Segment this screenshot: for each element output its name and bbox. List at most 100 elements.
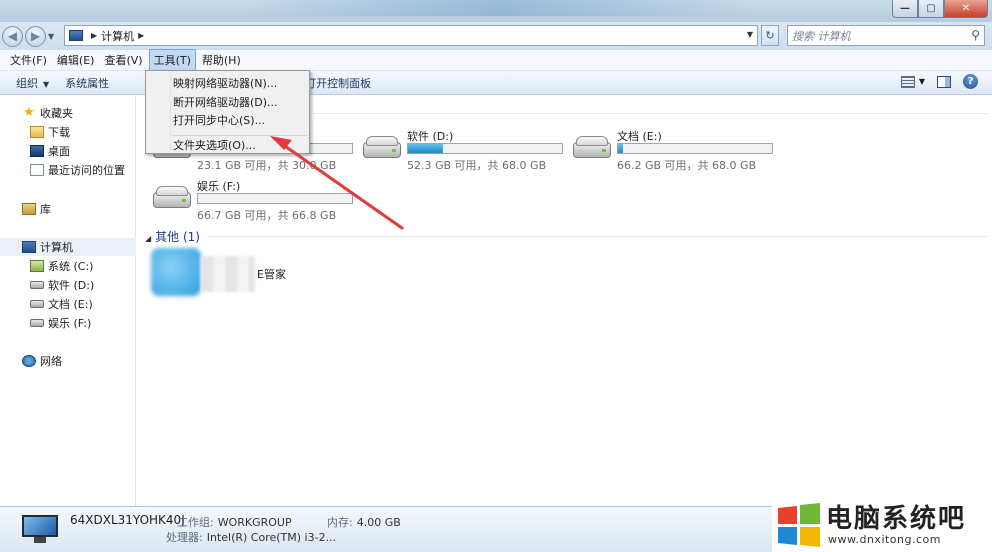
- blurred-background: [240, 0, 760, 16]
- view-list-icon: [900, 75, 915, 88]
- group-header-other[interactable]: ◢ 其他 (1): [145, 228, 200, 245]
- drive-name: 软件 (D:): [407, 130, 454, 143]
- menu-tools[interactable]: 工具(T): [148, 49, 196, 71]
- drive-name: 文档 (E:): [617, 130, 662, 143]
- search-icon[interactable]: ⚲: [971, 28, 980, 42]
- computer-name: 64XDXL31YOHK40J: [70, 513, 185, 527]
- sidebar-item-computer[interactable]: 计算机: [0, 238, 136, 256]
- menu-bar: 文件(F) 编辑(E) 查看(V) 工具(T) 帮助(H): [0, 49, 992, 71]
- other-item-label: E管家: [257, 268, 286, 281]
- sidebar-item-label: 桌面: [48, 145, 70, 158]
- desktop-icon: [30, 145, 44, 157]
- computer-icon: [69, 30, 83, 41]
- title-bar: — ▢ ✕: [0, 0, 992, 22]
- search-placeholder: 搜索 计算机: [792, 29, 851, 43]
- window-controls: — ▢ ✕: [892, 0, 988, 18]
- blurred-label: [201, 256, 255, 292]
- hard-drive-icon: [573, 136, 611, 160]
- menu-help[interactable]: 帮助(H): [198, 50, 245, 70]
- sidebar-item-label: 软件 (D:): [48, 279, 95, 292]
- sidebar-item-drive-e[interactable]: 文档 (E:): [0, 295, 136, 313]
- system-properties-button[interactable]: 系统属性: [65, 75, 109, 91]
- sidebar-item-label: 娱乐 (F:): [48, 317, 92, 330]
- downloads-folder-icon: [30, 126, 44, 138]
- organize-label: 组织: [16, 76, 38, 90]
- drive-tile-e[interactable]: 文档 (E:) 66.2 GB 可用，共 68.0 GB: [573, 128, 773, 178]
- menu-file[interactable]: 文件(F): [6, 50, 51, 70]
- drive-usage-bar: [407, 143, 563, 154]
- search-input[interactable]: 搜索 计算机 ⚲: [787, 25, 985, 46]
- menu-item-sync-center[interactable]: 打开同步中心(S)...: [173, 112, 265, 128]
- watermark-url: www.dnxitong.com: [828, 533, 941, 546]
- other-item[interactable]: E管家: [151, 248, 286, 298]
- sidebar-item-label: 收藏夹: [40, 107, 73, 120]
- hard-drive-icon: [153, 186, 191, 210]
- sidebar-item-downloads[interactable]: 下载: [0, 123, 136, 141]
- drive-usage-bar: [617, 143, 773, 154]
- maximize-button[interactable]: ▢: [918, 0, 944, 18]
- memory-info: 内存: 4.00 GB: [327, 514, 401, 530]
- back-button[interactable]: ◀: [2, 25, 23, 47]
- sidebar-item-label: 文档 (E:): [48, 298, 93, 311]
- sidebar-item-desktop[interactable]: 桌面: [0, 142, 136, 160]
- caret-down-icon: ▼: [43, 79, 50, 89]
- sidebar-item-label: 下载: [48, 126, 70, 139]
- sidebar-item-label: 网络: [40, 355, 62, 368]
- address-bar[interactable]: ▶ 计算机 ▶ ▼: [64, 25, 758, 46]
- star-icon: ★: [23, 105, 35, 120]
- sidebar-item-label: 计算机: [40, 241, 73, 254]
- menu-view[interactable]: 查看(V): [100, 50, 146, 70]
- close-button[interactable]: ✕: [944, 0, 988, 18]
- windows-logo-icon: [778, 503, 820, 547]
- menu-item-map-network-drive[interactable]: 映射网络驱动器(N)...: [173, 75, 277, 91]
- breadcrumb-computer[interactable]: 计算机: [101, 28, 134, 44]
- forward-arrow-icon: ▶: [30, 29, 41, 43]
- forward-button[interactable]: ▶: [25, 25, 46, 47]
- sidebar-item-label: 最近访问的位置: [48, 164, 125, 177]
- help-icon[interactable]: ?: [963, 74, 978, 89]
- back-arrow-icon: ◀: [7, 29, 18, 43]
- open-control-panel-button[interactable]: 打开控制面板: [305, 75, 371, 91]
- change-view-button[interactable]: ▼: [900, 75, 925, 88]
- drive-icon: [30, 281, 44, 289]
- drive-tile-f[interactable]: 娱乐 (F:) 66.7 GB 可用，共 66.8 GB: [153, 178, 353, 228]
- sidebar-item-drive-d[interactable]: 软件 (D:): [0, 276, 136, 294]
- history-dropdown-icon[interactable]: ▼: [48, 32, 54, 41]
- cpu-key: 处理器:: [166, 531, 203, 544]
- menu-item-disconnect-network-drive[interactable]: 断开网络驱动器(D)...: [173, 94, 278, 110]
- sidebar-item-network[interactable]: 网络: [0, 352, 136, 370]
- preview-pane-icon[interactable]: [937, 75, 951, 88]
- navigation-pane: ★ 收藏夹 下载 桌面 最近访问的位置 库 计算机 系统 (C:) 软件 (D:)…: [0, 96, 136, 506]
- hard-drive-icon: [363, 136, 401, 160]
- memory-key: 内存:: [327, 516, 353, 529]
- menu-edit[interactable]: 编辑(E): [53, 50, 99, 70]
- menu-separator: [172, 135, 308, 136]
- drive-usage-bar: [197, 193, 353, 204]
- drive-free-space: 23.1 GB 可用，共 30.0 GB: [197, 159, 337, 172]
- view-controls: ▼ ?: [900, 74, 978, 89]
- sidebar-item-label: 库: [40, 203, 51, 216]
- sidebar-item-recent[interactable]: 最近访问的位置: [0, 161, 136, 179]
- breadcrumb-chevron-icon[interactable]: ▶: [91, 31, 97, 40]
- drive-name: 娱乐 (F:): [197, 180, 241, 193]
- blurred-app-icon: [151, 248, 201, 296]
- drive-free-space: 66.2 GB 可用，共 68.0 GB: [617, 159, 757, 172]
- sidebar-item-favorites[interactable]: ★ 收藏夹: [0, 104, 136, 122]
- minimize-button[interactable]: —: [892, 0, 918, 18]
- cpu-info: 处理器: Intel(R) Core(TM) i3-2...: [166, 529, 336, 545]
- refresh-button[interactable]: ↻: [761, 25, 779, 46]
- watermark-title: 电脑系统吧: [826, 504, 967, 534]
- drive-tile-d[interactable]: 软件 (D:) 52.3 GB 可用，共 68.0 GB: [363, 128, 563, 178]
- sidebar-item-label: 系统 (C:): [48, 260, 94, 273]
- sidebar-item-drive-c[interactable]: 系统 (C:): [0, 257, 136, 275]
- collapse-triangle-icon[interactable]: ◢: [145, 234, 151, 243]
- computer-monitor-icon: [22, 515, 58, 543]
- cpu-value: Intel(R) Core(TM) i3-2...: [206, 531, 337, 544]
- menu-item-folder-options[interactable]: 文件夹选项(O)...: [173, 137, 256, 153]
- drive-free-space: 66.7 GB 可用，共 66.8 GB: [197, 209, 337, 222]
- sidebar-item-libraries[interactable]: 库: [0, 200, 136, 218]
- organize-button[interactable]: 组织 ▼: [16, 75, 49, 91]
- sidebar-item-drive-f[interactable]: 娱乐 (F:): [0, 314, 136, 332]
- address-dropdown-icon[interactable]: ▼: [747, 30, 753, 39]
- breadcrumb-chevron-icon[interactable]: ▶: [138, 31, 144, 40]
